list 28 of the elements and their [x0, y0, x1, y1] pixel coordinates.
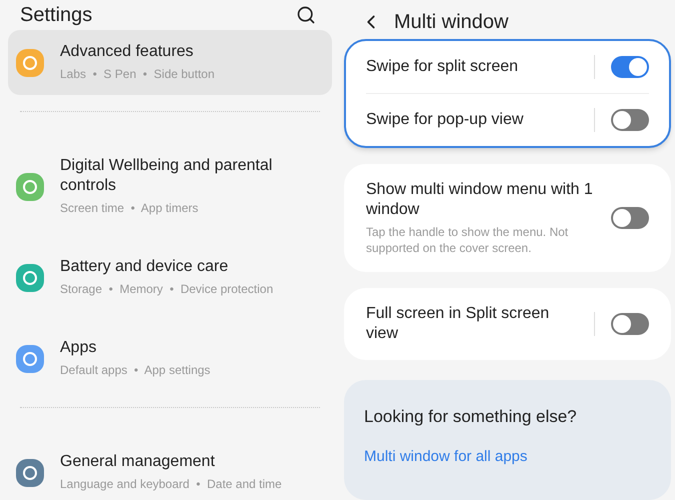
- option-title: Swipe for split screen: [366, 57, 520, 77]
- settings-item[interactable]: General management Language and keyboard • Date and time: [8, 440, 332, 500]
- item-subtitle: Storage • Memory • Device protection: [60, 281, 274, 298]
- toggle-switch[interactable]: [611, 56, 649, 78]
- item-subtitle: Language and keyboard • Date and time: [60, 476, 283, 493]
- settings-item[interactable]: Digital Wellbeing and parental controls Screen time • App timers: [8, 144, 332, 229]
- item-title: Advanced features: [60, 42, 194, 62]
- page-title: Multi window: [394, 10, 508, 34]
- item-subtitle: Screen time • App timers: [60, 200, 200, 217]
- page-title: Settings: [20, 3, 92, 28]
- search-icon[interactable]: [296, 5, 316, 25]
- item-title: Apps: [60, 338, 98, 358]
- option-description: Tap the handle to show the menu. Not supported on the cover screen.: [366, 224, 570, 256]
- settings-item[interactable]: Advanced features Labs • S Pen • Side button: [8, 30, 332, 95]
- item-title: Battery and device care: [60, 257, 230, 277]
- item-title: Digital Wellbeing and parental controls: [60, 156, 274, 196]
- option-title: Swipe for pop-up view: [366, 110, 524, 130]
- toggle-switch[interactable]: [611, 313, 649, 335]
- option-title: Show multi window menu with 1 window: [366, 180, 594, 220]
- settings-item[interactable]: Apps Default apps • App settings: [8, 326, 332, 391]
- toggle-switch[interactable]: [611, 109, 649, 131]
- suggestion-heading: Looking for something else?: [364, 406, 578, 428]
- item-title: General management: [60, 452, 216, 472]
- option-title: Full screen in Split screen view: [366, 304, 550, 344]
- item-subtitle: Labs • S Pen • Side button: [60, 66, 216, 83]
- toggle-switch[interactable]: [611, 207, 649, 229]
- item-subtitle: Default apps • App settings: [60, 362, 212, 379]
- settings-item[interactable]: Battery and device care Storage • Memory • Device protection: [8, 245, 332, 310]
